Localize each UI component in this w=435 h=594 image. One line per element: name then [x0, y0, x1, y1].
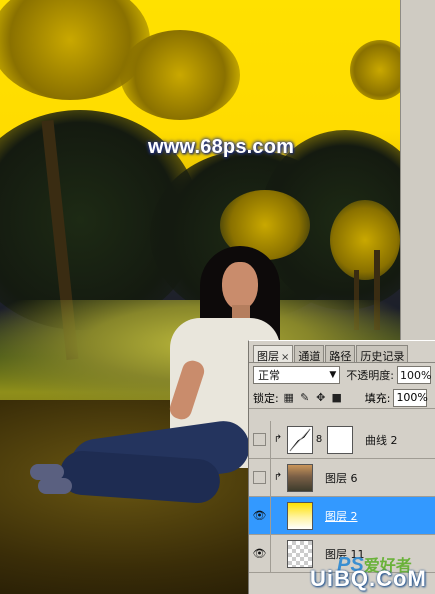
tab-label: 历史记录	[360, 350, 405, 363]
layer-thumbnail[interactable]	[287, 501, 313, 530]
visibility-toggle[interactable]: 👁	[249, 496, 271, 535]
close-icon[interactable]: ×	[281, 352, 289, 363]
photoshop-window: www.68ps.com 图层 × 通道 路径 历史记录 正常 ▼ 不透明度: 1…	[0, 0, 435, 594]
lock-transparent-icon[interactable]: ▦	[283, 391, 295, 404]
clip-arrow-icon: ↱	[273, 434, 283, 445]
yellow-foliage	[350, 40, 400, 100]
tab-history[interactable]: 历史记录	[356, 345, 409, 363]
curves-graph-icon	[289, 428, 311, 451]
tab-label: 图层	[257, 350, 279, 363]
mask-link-icon[interactable]: 8	[315, 434, 323, 445]
visibility-toggle[interactable]	[249, 420, 271, 459]
canvas-scroll-strip[interactable]	[400, 0, 435, 340]
opacity-label: 不透明度:	[346, 369, 394, 382]
layer-name[interactable]: 图层 2	[325, 508, 358, 524]
hidden-box-icon	[253, 433, 266, 446]
blend-mode-select[interactable]: 正常 ▼	[253, 366, 341, 384]
tab-label: 通道	[298, 350, 321, 363]
lock-brush-icon[interactable]: ✎	[299, 391, 311, 404]
lock-all-icon[interactable]: ■	[331, 391, 343, 404]
tab-label: 路径	[329, 350, 352, 363]
visibility-toggle[interactable]	[249, 458, 271, 497]
layer-mask-thumbnail[interactable]	[327, 425, 353, 454]
layer-name[interactable]: 图层 6	[325, 470, 358, 486]
fill-input[interactable]: 100%	[393, 388, 428, 407]
panel-tabs: 图层 × 通道 路径 历史记录	[249, 341, 435, 363]
eye-icon: 👁	[252, 509, 267, 522]
layer-thumbnail[interactable]	[287, 539, 313, 568]
tab-layers[interactable]: 图层 ×	[253, 345, 294, 363]
hidden-box-icon	[253, 471, 266, 484]
curves-adjustment-thumbnail[interactable]	[287, 425, 313, 454]
person-shoe	[38, 478, 72, 494]
lock-row: 锁定: ▦ ✎ ✥ ■ 填充: 100%	[249, 387, 435, 409]
yellow-foliage	[120, 30, 240, 120]
brand-site-text: UiBQ.CoM	[310, 566, 427, 591]
tab-paths[interactable]: 路径	[325, 345, 356, 363]
layer-name[interactable]: 曲线 2	[365, 432, 398, 448]
chevron-down-icon: ▼	[329, 370, 337, 380]
watermark-text: www.68ps.com	[148, 136, 295, 158]
layer-list: ↱ 8 曲线 2 ↱ 图层 6 👁 图层 2 👁 图层 11	[249, 420, 435, 573]
clip-arrow-icon: ↱	[273, 472, 283, 483]
layer-row[interactable]: ↱ 图层 6	[249, 458, 435, 497]
lock-move-icon[interactable]: ✥	[315, 391, 327, 404]
lock-label: 锁定:	[253, 391, 279, 405]
layer-thumbnail[interactable]	[287, 463, 313, 492]
opacity-input[interactable]: 100%	[397, 366, 431, 384]
fill-label: 填充:	[364, 391, 391, 405]
tab-channels[interactable]: 通道	[294, 345, 325, 363]
blend-mode-value: 正常	[258, 369, 280, 382]
person-face	[222, 262, 258, 310]
eye-icon: 👁	[252, 547, 267, 560]
visibility-toggle[interactable]: 👁	[249, 534, 271, 573]
layer-row[interactable]: ↱ 8 曲线 2	[249, 420, 435, 459]
yellow-foliage	[330, 200, 400, 280]
layer-row-selected[interactable]: 👁 图层 2	[249, 496, 435, 535]
blend-row: 正常 ▼ 不透明度: 100%	[249, 363, 435, 387]
